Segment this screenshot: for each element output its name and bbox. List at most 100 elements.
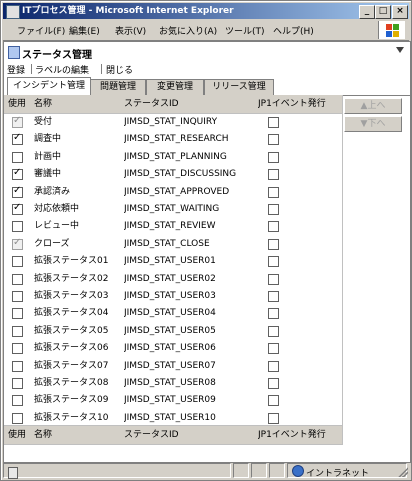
page-content: ステータス管理 登録 ラベルの編集 閉じる インシデント管理 問題管理 変更管理…: [3, 41, 411, 463]
use-checkbox: ✓: [12, 115, 23, 128]
check-icon: ✓: [13, 167, 22, 179]
jp1-event-checkbox[interactable]: [268, 395, 279, 407]
table-row: ✓ 承認済み JIMSD_STAT_APPROVED: [4, 183, 342, 201]
use-checkbox[interactable]: ✓: [12, 132, 23, 146]
toolbar-separator: [31, 64, 32, 74]
column-header-name: 名称: [34, 99, 53, 109]
tab-problem[interactable]: 問題管理: [90, 79, 146, 95]
jp1-event-checkbox[interactable]: [268, 238, 279, 250]
use-checkbox[interactable]: [12, 291, 23, 302]
jp1-event-checkbox[interactable]: [268, 308, 279, 320]
use-checkbox[interactable]: [12, 360, 23, 372]
jp1-event-checkbox[interactable]: [268, 221, 279, 233]
use-checkbox[interactable]: ✓: [12, 202, 23, 215]
use-checkbox[interactable]: [12, 378, 23, 389]
table-row: 拡張ステータス09 JIMSD_STAT_USER09: [4, 391, 342, 409]
status-name: レビュー中: [34, 221, 80, 232]
tab-incident[interactable]: インシデント管理: [7, 77, 91, 96]
register-button[interactable]: 登録: [7, 63, 25, 76]
menu-favorites[interactable]: お気に入り(A): [159, 24, 217, 37]
minimize-button[interactable]: _: [359, 5, 375, 19]
resize-grip[interactable]: [398, 467, 408, 477]
column-header-status-id: ステータスID: [124, 99, 179, 109]
status-name: 承認済み: [34, 186, 71, 197]
maximize-button[interactable]: □: [375, 5, 391, 19]
window-title: ITプロセス管理 - Microsoft Internet Explorer: [22, 6, 234, 16]
table-row: 拡張ステータス03 JIMSD_STAT_USER03: [4, 287, 342, 305]
jp1-event-checkbox[interactable]: [268, 360, 279, 372]
jp1-event-checkbox[interactable]: [268, 412, 279, 424]
column-footer-use: 使用: [8, 430, 27, 440]
status-id: JIMSD_STAT_CLOSE: [124, 238, 210, 249]
jp1-event-checkbox[interactable]: [268, 134, 279, 146]
panel-icon: [8, 46, 20, 59]
check-icon: ✓: [13, 184, 22, 196]
collapse-arrow-icon[interactable]: [396, 47, 404, 53]
panel-header: ステータス管理: [4, 42, 410, 62]
jp1-event-checkbox[interactable]: [268, 151, 279, 163]
table-row: 計画中 JIMSD_STAT_PLANNING: [4, 148, 342, 166]
status-panel: [233, 463, 249, 478]
table-row: 拡張ステータス07 JIMSD_STAT_USER07: [4, 357, 342, 375]
status-id: JIMSD_STAT_USER01: [124, 256, 216, 267]
status-id: JIMSD_STAT_RESEARCH: [124, 134, 229, 145]
use-checkbox[interactable]: ✓: [12, 167, 23, 181]
menu-help[interactable]: ヘルプ(H): [273, 24, 314, 37]
use-checkbox[interactable]: [12, 412, 23, 424]
jp1-event-checkbox[interactable]: [268, 325, 279, 337]
globe-icon: [292, 465, 304, 477]
action-toolbar: 登録 ラベルの編集 閉じる: [4, 62, 410, 76]
tab-release[interactable]: リリース管理: [204, 79, 274, 95]
status-id: JIMSD_STAT_USER02: [124, 273, 216, 284]
table-row: 拡張ステータス01 JIMSD_STAT_USER01: [4, 252, 342, 270]
jp1-event-checkbox[interactable]: [268, 343, 279, 355]
edit-label-button[interactable]: ラベルの編集: [35, 63, 89, 76]
zone-text: イントラネット: [306, 469, 370, 479]
table-row: ✓ 受付 JIMSD_STAT_INQUIRY: [4, 113, 342, 131]
jp1-event-checkbox[interactable]: [268, 117, 279, 128]
table-row: 拡張ステータス04 JIMSD_STAT_USER04: [4, 304, 342, 322]
use-checkbox[interactable]: [12, 273, 23, 285]
close-button[interactable]: 閉じる: [106, 63, 133, 76]
use-checkbox[interactable]: [12, 221, 23, 233]
status-panel-main: [3, 463, 231, 479]
table-row: 拡張ステータス05 JIMSD_STAT_USER05: [4, 322, 342, 340]
status-name: 拡張ステータス07: [34, 360, 109, 371]
status-name: 審議中: [34, 169, 62, 180]
status-name: 拡張ステータス05: [34, 325, 109, 336]
status-panel: [269, 463, 285, 478]
check-icon: ✓: [13, 132, 22, 144]
status-name: 拡張ステータス04: [34, 308, 109, 319]
status-id: JIMSD_STAT_USER05: [124, 325, 216, 336]
jp1-event-checkbox[interactable]: [268, 169, 279, 181]
menu-file[interactable]: ファイル(F): [17, 24, 65, 37]
use-checkbox[interactable]: [12, 256, 23, 268]
move-up-button[interactable]: ▲上へ: [344, 98, 402, 114]
move-down-button[interactable]: ▼下へ: [344, 116, 402, 132]
jp1-event-checkbox[interactable]: [268, 291, 279, 302]
use-checkbox[interactable]: [12, 343, 23, 355]
status-name: 対応依頼中: [34, 204, 80, 214]
menu-edit[interactable]: 編集(E): [69, 24, 100, 37]
jp1-event-checkbox[interactable]: [268, 378, 279, 389]
status-id: JIMSD_STAT_USER03: [124, 291, 216, 301]
table-row: ✓ クローズ JIMSD_STAT_CLOSE: [4, 235, 342, 253]
table-header: 使用 名称 ステータスID JP1イベント発行: [4, 95, 342, 114]
menu-view[interactable]: 表示(V): [115, 24, 146, 37]
tab-change[interactable]: 変更管理: [146, 79, 204, 95]
menu-tools[interactable]: ツール(T): [225, 24, 265, 37]
use-checkbox[interactable]: ✓: [12, 184, 23, 198]
jp1-event-checkbox[interactable]: [268, 256, 279, 268]
use-checkbox[interactable]: [12, 325, 23, 337]
column-footer-name: 名称: [34, 430, 53, 440]
use-checkbox[interactable]: [12, 151, 23, 163]
jp1-event-checkbox[interactable]: [268, 186, 279, 198]
use-checkbox[interactable]: [12, 308, 23, 320]
status-id: JIMSD_STAT_USER07: [124, 360, 216, 371]
status-name: 受付: [34, 117, 53, 127]
jp1-event-checkbox[interactable]: [268, 273, 279, 285]
use-checkbox[interactable]: [12, 395, 23, 407]
close-window-button[interactable]: ×: [392, 5, 408, 19]
jp1-event-checkbox[interactable]: [268, 204, 279, 215]
table-row: ✓ 対応依頼中 JIMSD_STAT_WAITING: [4, 200, 342, 218]
